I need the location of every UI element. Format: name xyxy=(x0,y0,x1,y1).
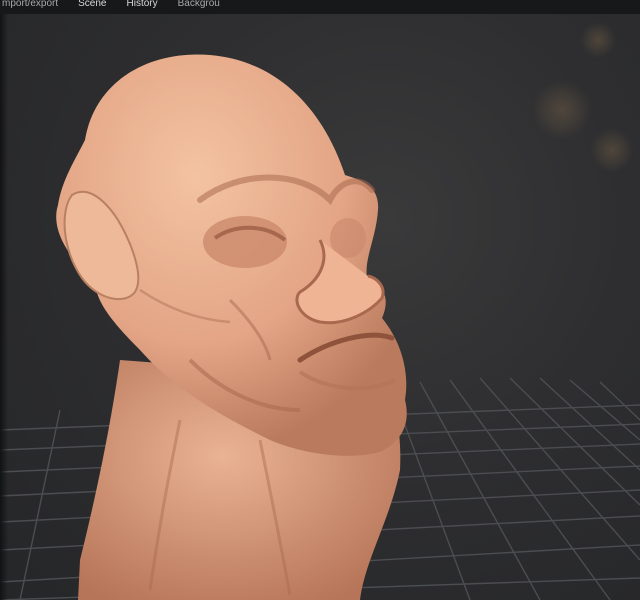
sculpt-bust[interactable] xyxy=(56,54,407,600)
menu-import-export[interactable]: mport/export xyxy=(2,0,58,9)
viewport-border xyxy=(0,14,8,600)
scene-canvas xyxy=(0,22,640,600)
top-menu-bar: mport/export Scene History Backgrou xyxy=(0,0,640,14)
menu-scene[interactable]: Scene xyxy=(78,0,106,9)
menu-history[interactable]: History xyxy=(127,0,158,9)
menu-background[interactable]: Backgrou xyxy=(178,0,220,9)
bust-eye-socket xyxy=(203,216,287,268)
background-bokeh xyxy=(532,22,634,172)
3d-viewport[interactable] xyxy=(0,14,640,600)
sculpt-app: mport/export Scene History Backgrou xyxy=(0,0,640,600)
